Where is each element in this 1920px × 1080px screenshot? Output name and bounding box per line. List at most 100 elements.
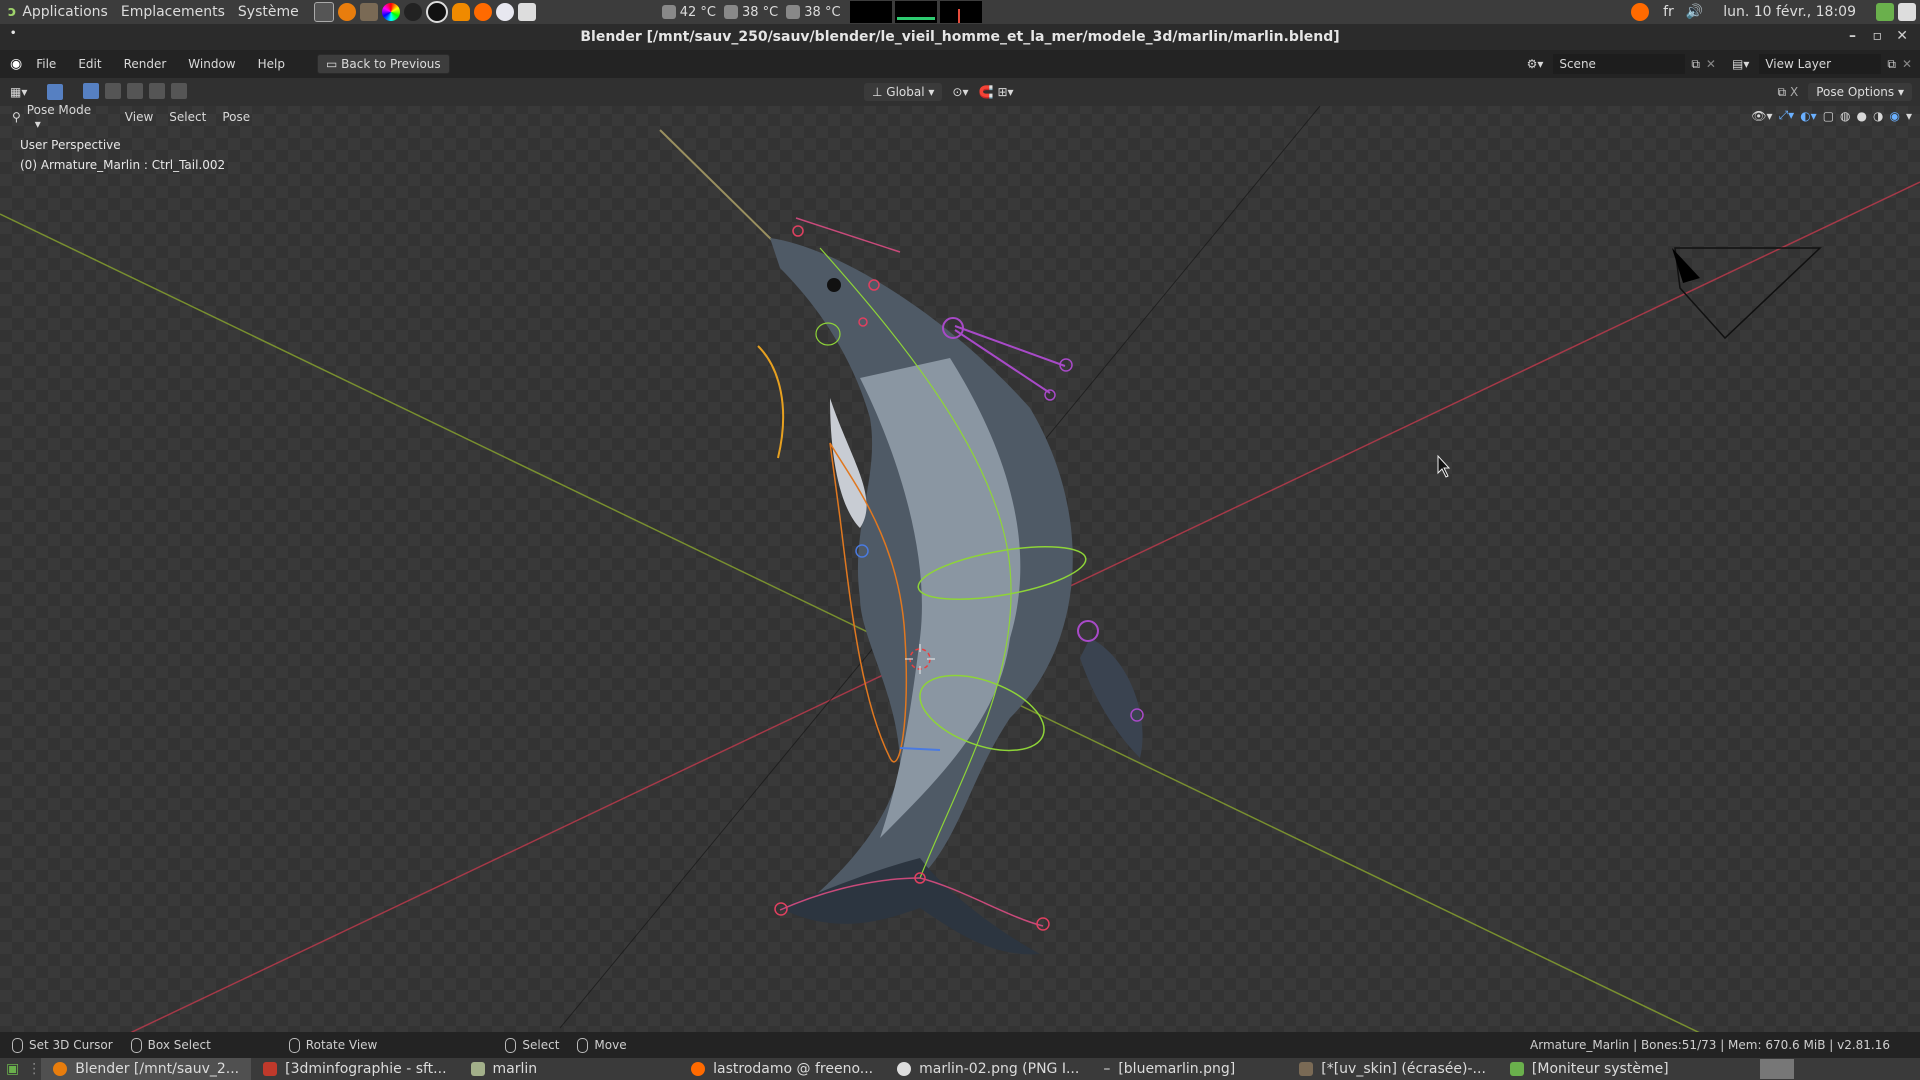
gpu-temp-icon xyxy=(786,5,801,19)
status-select: Select xyxy=(505,1037,560,1053)
viewport-header: ▦▾ ⊥ Global ▾ ⊙▾ 🧲 ⊞▾ ⧉ X Pose Options ▾ xyxy=(0,78,1920,106)
new-scene-icon[interactable]: ⧉ xyxy=(1691,57,1700,72)
shading-options-icon[interactable]: ▾ xyxy=(1906,109,1912,123)
minimize-icon[interactable]: – xyxy=(1849,28,1856,44)
view-layer-field[interactable]: View Layer xyxy=(1759,54,1882,74)
color-wheel-icon[interactable] xyxy=(381,3,400,21)
cpu-temp-icon xyxy=(724,5,738,19)
gnome-taskbar: ▣ ⋮ Blender [/mnt/sauv_2... [3dminfograp… xyxy=(0,1058,1920,1080)
menu-view[interactable]: View xyxy=(125,110,153,124)
marlin-bill xyxy=(659,129,781,249)
workspace-switcher[interactable] xyxy=(1760,1059,1794,1079)
rendered-shading-icon[interactable]: ◉ xyxy=(1889,109,1899,123)
menu-edit[interactable]: Edit xyxy=(78,57,101,71)
task-image-viewer[interactable]: marlin-02.png (PNG I... xyxy=(885,1058,1091,1080)
memory-graph[interactable] xyxy=(894,1,937,23)
cpu-graph[interactable] xyxy=(849,1,892,23)
places-menu[interactable]: Emplacements xyxy=(121,4,238,20)
inkscape-icon[interactable] xyxy=(403,3,422,21)
snap-icon[interactable]: 🧲 xyxy=(978,85,993,99)
status-bar: Set 3D Cursor Box Select Rotate View Sel… xyxy=(0,1032,1920,1058)
x-mirror-toggle[interactable]: X xyxy=(1790,85,1798,99)
window-menu-icon[interactable]: • xyxy=(10,28,16,39)
show-desktop-icon[interactable]: ▣ xyxy=(6,1061,19,1077)
scene-name: Scene xyxy=(1559,57,1596,71)
3d-viewport[interactable]: ▦▾ ⊥ Global ▾ ⊙▾ 🧲 ⊞▾ ⧉ X Pose Options ▾ xyxy=(0,78,1920,1032)
new-view-layer-icon[interactable]: ⧉ xyxy=(1887,57,1896,72)
network-graph[interactable] xyxy=(939,1,982,23)
camera-object[interactable] xyxy=(1672,247,1822,340)
jaw-bone xyxy=(795,217,901,253)
xray-icon[interactable]: ▢ xyxy=(1823,109,1834,123)
applications-menu[interactable]: Applications xyxy=(22,4,121,20)
viewport-scene[interactable] xyxy=(0,78,1920,1032)
transform-orientation-dropdown[interactable]: ⊥ Global ▾ xyxy=(864,83,943,101)
gimp-icon[interactable] xyxy=(359,3,378,21)
visibility-icon[interactable]: 👁▾ xyxy=(1751,109,1772,123)
gnome-top-panel: ↄ Applications Emplacements Système 42 °… xyxy=(0,0,1920,24)
vlc-icon[interactable] xyxy=(451,3,470,21)
editor-type-icon[interactable]: ▦▾ xyxy=(10,85,27,99)
system-menu[interactable]: Système xyxy=(238,4,312,20)
solid-shading-icon[interactable]: ● xyxy=(1857,109,1867,123)
menu-file[interactable]: File xyxy=(36,57,56,71)
menu-pose[interactable]: Pose xyxy=(222,110,250,124)
task-label: marlin-02.png (PNG I... xyxy=(919,1061,1080,1077)
material-shading-icon[interactable]: ◑ xyxy=(1873,109,1883,123)
select-intersect-mode-icon[interactable] xyxy=(170,82,187,99)
task-irc[interactable]: lastrodamo @ freeno... xyxy=(679,1058,885,1080)
maximize-icon[interactable]: ▫ xyxy=(1873,28,1883,44)
menu-window[interactable]: Window xyxy=(188,57,235,71)
pivot-point-icon[interactable]: ⊙▾ xyxy=(952,85,968,99)
view-layer-icon[interactable]: ▤▾ xyxy=(1732,57,1749,71)
auto-normalize-icon[interactable]: ⧉ xyxy=(1777,85,1786,100)
task-gimp-uv[interactable]: [*[uv_skin] (écrasée)-... xyxy=(1287,1058,1498,1080)
scene-icon[interactable]: ⚙▾ xyxy=(1527,57,1544,71)
select-subtract-mode-icon[interactable] xyxy=(127,82,144,99)
task-system-monitor[interactable]: [Moniteur système] xyxy=(1498,1058,1681,1080)
status-label: Select xyxy=(522,1038,560,1052)
task-filezilla[interactable]: [3dminfographie - sft... xyxy=(251,1058,458,1080)
blender-logo-icon[interactable]: ◉ xyxy=(10,56,22,72)
close-icon[interactable]: ✕ xyxy=(1896,28,1908,44)
terminal-icon[interactable] xyxy=(313,2,334,22)
gnome-foot-icon[interactable]: ↄ xyxy=(8,4,16,20)
task-blender[interactable]: Blender [/mnt/sauv_2... xyxy=(41,1058,252,1080)
select-extend-mode-icon[interactable] xyxy=(105,82,122,99)
delete-view-layer-icon[interactable]: ✕ xyxy=(1902,57,1912,71)
delete-scene-icon[interactable]: ✕ xyxy=(1706,57,1716,71)
keyboard-layout[interactable]: fr xyxy=(1663,4,1674,20)
gizmo-icon[interactable]: ⤢▾ xyxy=(1779,108,1795,123)
snap-target-icon[interactable]: ⊞▾ xyxy=(997,85,1013,99)
wireframe-shading-icon[interactable]: ◍ xyxy=(1840,109,1850,123)
menu-select[interactable]: Select xyxy=(169,110,206,124)
document-icon[interactable] xyxy=(517,3,536,21)
temperature-reading: 38 °C xyxy=(804,4,841,20)
select-difference-mode-icon[interactable] xyxy=(148,82,165,99)
pose-options-dropdown[interactable]: Pose Options ▾ xyxy=(1808,83,1912,101)
view-layer-name: View Layer xyxy=(1765,57,1832,71)
blender-icon[interactable] xyxy=(337,3,356,21)
update-icon[interactable] xyxy=(1876,3,1894,21)
clock[interactable]: lun. 10 févr., 18:09 xyxy=(1723,4,1856,20)
xchat-icon[interactable] xyxy=(473,3,492,21)
session-icon[interactable] xyxy=(1898,3,1916,21)
overlay-icon[interactable]: ◐▾ xyxy=(1800,109,1817,123)
image-viewer-icon xyxy=(897,1062,912,1076)
task-folder[interactable]: marlin xyxy=(459,1058,550,1080)
mode-dropdown[interactable]: Pose Mode ▾ xyxy=(27,103,107,131)
mouse-drag-icon xyxy=(577,1037,589,1053)
globe-icon[interactable] xyxy=(495,3,514,21)
orientation-icon: ⊥ xyxy=(872,85,887,99)
back-to-previous-button[interactable]: ▭ Back to Previous xyxy=(316,54,450,74)
volume-icon[interactable]: 🔊 xyxy=(1686,4,1703,20)
minimized-icon: – xyxy=(1103,1061,1111,1077)
menu-render[interactable]: Render xyxy=(124,57,167,71)
scene-field[interactable]: Scene xyxy=(1553,54,1686,74)
obs-icon[interactable] xyxy=(425,1,448,23)
menu-help[interactable]: Help xyxy=(258,57,285,71)
select-tool-icon[interactable] xyxy=(47,84,64,100)
select-box-mode-icon[interactable] xyxy=(83,82,100,99)
xchat-tray-icon[interactable] xyxy=(1631,3,1650,21)
task-gimp-image[interactable]: – [bluemarlin.png] xyxy=(1091,1058,1247,1080)
